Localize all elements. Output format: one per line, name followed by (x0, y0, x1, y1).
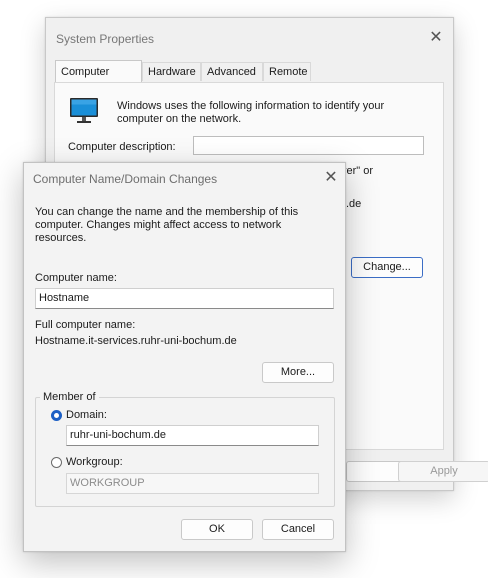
description-label: Computer description: (68, 141, 176, 153)
domain-radio[interactable] (51, 410, 62, 421)
full-name-label: Full computer name: (35, 319, 136, 331)
change-button[interactable]: Change... (351, 257, 423, 278)
computer-name-input[interactable]: Hostname (35, 288, 334, 309)
tab-remote[interactable]: Remote (263, 62, 311, 81)
tab-advanced[interactable]: Advanced (201, 62, 263, 81)
monitor-icon (69, 97, 99, 125)
ok-button[interactable]: OK (181, 519, 253, 540)
window-title: System Properties (56, 32, 155, 46)
dialog-title: Computer Name/Domain Changes (33, 172, 218, 186)
workgroup-input[interactable]: WORKGROUP (66, 473, 319, 494)
intro-text: Windows uses the following information t… (117, 100, 385, 125)
computer-description-input[interactable] (193, 136, 424, 155)
close-icon[interactable]: ✕ (323, 170, 339, 186)
tab-hardware[interactable]: Hardware (142, 62, 201, 81)
tab-computer-name[interactable]: Computer Name (55, 60, 142, 100)
computer-name-domain-dialog: Computer Name/Domain Changes ✕ You can c… (23, 162, 346, 552)
full-name-value: Hostname.it-services.ruhr-uni-bochum.de (35, 335, 237, 347)
dialog-intro: You can change the name and the membersh… (35, 206, 299, 244)
partial-text: .de (346, 198, 362, 210)
more-button[interactable]: More... (262, 362, 334, 383)
domain-input[interactable]: ruhr-uni-bochum.de (66, 425, 319, 446)
cancel-button[interactable]: Cancel (262, 519, 334, 540)
workgroup-radio[interactable] (51, 457, 62, 468)
member-of-label: Member of (40, 391, 99, 403)
domain-label: Domain: (66, 409, 107, 421)
close-icon[interactable]: ✕ (428, 30, 444, 46)
workgroup-label: Workgroup: (66, 456, 123, 468)
computer-name-label: Computer name: (35, 272, 117, 284)
apply-button[interactable]: Apply (398, 461, 488, 482)
